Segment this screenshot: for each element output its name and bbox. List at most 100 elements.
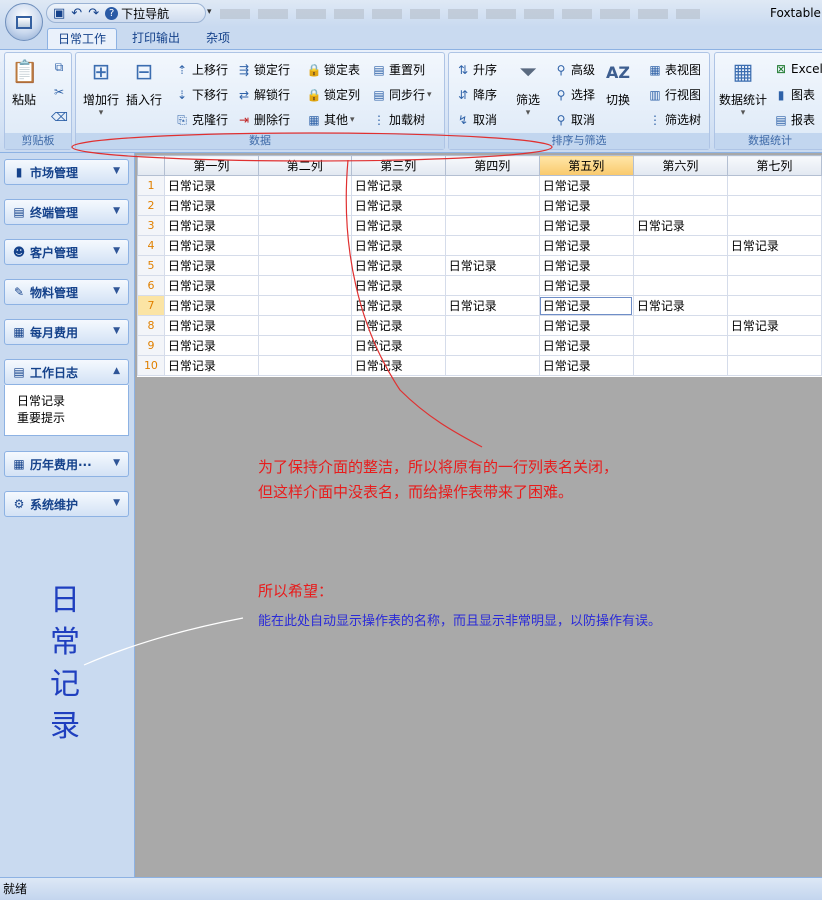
- sidebar-item-terminal[interactable]: ▤ 终端管理 ▼: [4, 199, 129, 225]
- row-number[interactable]: 6: [137, 275, 165, 296]
- column-header[interactable]: 第七列: [726, 155, 822, 176]
- sidebar-item-yearly-cost[interactable]: ▦ 历年费用··· ▼: [4, 451, 129, 477]
- grid-cell[interactable]: 日常记录: [726, 315, 822, 336]
- grid-cell[interactable]: 日常记录: [163, 255, 259, 276]
- grid-cell[interactable]: [257, 315, 352, 336]
- grid-cell[interactable]: [726, 175, 822, 196]
- grid-cell[interactable]: 日常记录: [538, 215, 634, 236]
- report-button[interactable]: ▤ 报表: [773, 111, 815, 128]
- grid-cell[interactable]: [444, 275, 540, 296]
- stats-button[interactable]: ▦ 数据统计 ▾: [719, 59, 767, 118]
- grid-cell[interactable]: [257, 215, 352, 236]
- switch-button[interactable]: AZ 切换: [605, 59, 631, 108]
- grid-cell[interactable]: [726, 335, 822, 356]
- grid-cell[interactable]: 日常记录: [350, 355, 446, 376]
- add-row-button[interactable]: ⊞ 增加行 ▾: [83, 59, 119, 118]
- sidebar-item-monthly-cost[interactable]: ▦ 每月费用 ▼: [4, 319, 129, 345]
- row-view-button[interactable]: ▥ 行视图: [647, 86, 701, 103]
- grid-cell[interactable]: [726, 295, 822, 316]
- cancel-filter-button[interactable]: ⚲ 取消: [553, 111, 595, 128]
- move-down-button[interactable]: ⇣ 下移行: [174, 86, 228, 103]
- grid-cell[interactable]: 日常记录: [350, 255, 446, 276]
- grid-cell[interactable]: [726, 275, 822, 296]
- column-header[interactable]: 第三列: [350, 155, 446, 176]
- corner-cell[interactable]: [137, 155, 165, 176]
- grid-cell[interactable]: [726, 215, 822, 236]
- sort-desc-button[interactable]: ⇵ 降序: [455, 86, 497, 103]
- panel-item-daily-record[interactable]: 日常记录: [17, 393, 128, 410]
- grid-cell[interactable]: 日常记录: [163, 335, 259, 356]
- row-number[interactable]: 10: [137, 355, 165, 376]
- eraser-icon[interactable]: ⌫: [51, 109, 68, 125]
- grid-cell[interactable]: 日常记录: [444, 295, 540, 316]
- grid-cell[interactable]: [632, 195, 728, 216]
- row-number[interactable]: 7: [137, 295, 165, 316]
- grid-cell[interactable]: 日常记录: [350, 235, 446, 256]
- grid-cell[interactable]: 日常记录: [163, 235, 259, 256]
- grid-cell[interactable]: 日常记录: [538, 355, 634, 376]
- sort-asc-button[interactable]: ⇅ 升序: [455, 61, 497, 78]
- grid-cell[interactable]: 日常记录: [163, 175, 259, 196]
- select-filter-button[interactable]: ⚲ 选择: [553, 86, 595, 103]
- lock-col-button[interactable]: 🔒 锁定列: [306, 86, 361, 103]
- column-header[interactable]: 第一列: [163, 155, 259, 176]
- grid-cell[interactable]: [726, 355, 822, 376]
- grid-cell[interactable]: 日常记录: [538, 315, 634, 336]
- tab-print-output[interactable]: 打印输出: [122, 28, 190, 49]
- sidebar-item-customer[interactable]: ☻ 客户管理 ▼: [4, 239, 129, 265]
- grid-cell[interactable]: [444, 355, 540, 376]
- column-header[interactable]: 第四列: [444, 155, 540, 176]
- paste-button[interactable]: 📋 粘贴: [11, 59, 38, 108]
- lock-row-button[interactable]: ⇶ 锁定行: [236, 61, 290, 78]
- row-number[interactable]: 2: [137, 195, 165, 216]
- grid-cell[interactable]: [257, 255, 352, 276]
- grid-cell[interactable]: 日常记录: [350, 295, 446, 316]
- grid-cell[interactable]: [444, 315, 540, 336]
- grid-cell[interactable]: [257, 195, 352, 216]
- tab-daily-work[interactable]: 日常工作: [47, 28, 118, 49]
- row-number[interactable]: 8: [137, 315, 165, 336]
- grid-cell[interactable]: [444, 215, 540, 236]
- grid-cell[interactable]: 日常记录: [538, 335, 634, 356]
- grid-cell[interactable]: 日常记录: [163, 275, 259, 296]
- reset-col-button[interactable]: ▤ 重置列: [371, 61, 425, 78]
- grid-cell[interactable]: 日常记录: [538, 275, 634, 296]
- grid-cell[interactable]: [444, 235, 540, 256]
- row-number[interactable]: 3: [137, 215, 165, 236]
- grid-cell[interactable]: [632, 175, 728, 196]
- grid-cell[interactable]: [632, 335, 728, 356]
- grid-cell[interactable]: [632, 255, 728, 276]
- panel-item-important-tips[interactable]: 重要提示: [17, 410, 128, 427]
- grid-cell[interactable]: 日常记录: [163, 295, 259, 316]
- other-button[interactable]: ▦ 其他 ▾: [306, 111, 354, 128]
- row-number[interactable]: 4: [137, 235, 165, 256]
- move-up-button[interactable]: ⇡ 上移行: [174, 61, 228, 78]
- delete-row-button[interactable]: ⇥ 删除行: [236, 111, 290, 128]
- grid-cell[interactable]: [257, 295, 352, 316]
- cancel-sort-button[interactable]: ↯ 取消: [455, 111, 497, 128]
- sidebar-item-system[interactable]: ⚙ 系统维护 ▼: [4, 491, 129, 517]
- grid-cell[interactable]: [444, 195, 540, 216]
- grid-cell[interactable]: 日常记录: [538, 195, 634, 216]
- sidebar-item-material[interactable]: ✎ 物料管理 ▼: [4, 279, 129, 305]
- grid-cell[interactable]: [726, 255, 822, 276]
- row-number[interactable]: 5: [137, 255, 165, 276]
- table-view-button[interactable]: ▦ 表视图: [647, 61, 701, 78]
- grid-cell[interactable]: 日常记录: [538, 295, 634, 316]
- grid-cell[interactable]: 日常记录: [538, 175, 634, 196]
- grid-cell[interactable]: [257, 175, 352, 196]
- copy-icon[interactable]: ⧉: [51, 59, 67, 75]
- app-menu-button[interactable]: [5, 3, 43, 41]
- grid-cell[interactable]: [632, 355, 728, 376]
- grid-cell[interactable]: [257, 235, 352, 256]
- insert-row-button[interactable]: ⊟ 插入行: [126, 59, 162, 108]
- grid-cell[interactable]: 日常记录: [726, 235, 822, 256]
- grid-cell[interactable]: [257, 355, 352, 376]
- redo-icon[interactable]: ↷: [88, 6, 99, 21]
- grid-cell[interactable]: [444, 175, 540, 196]
- sidebar-item-work-log[interactable]: ▤ 工作日志 ▲: [4, 359, 129, 385]
- grid-cell[interactable]: 日常记录: [538, 235, 634, 256]
- grid-cell[interactable]: 日常记录: [163, 355, 259, 376]
- quick-nav-button[interactable]: ? 下拉导航: [105, 5, 169, 22]
- grid-cell[interactable]: [632, 315, 728, 336]
